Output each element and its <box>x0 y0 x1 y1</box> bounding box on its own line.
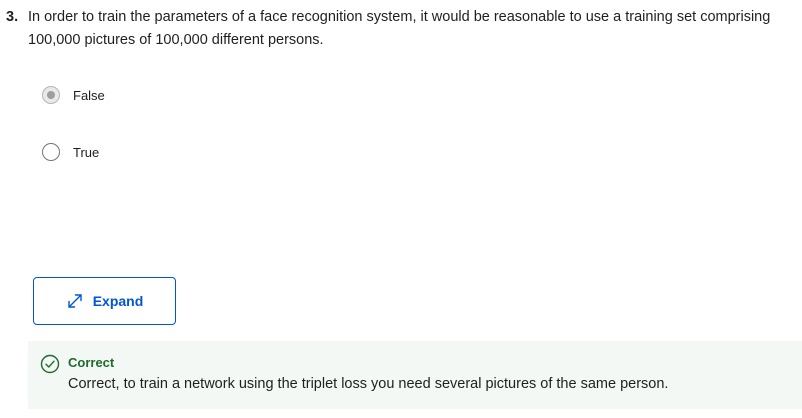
check-circle-icon <box>40 354 60 374</box>
expand-button[interactable]: Expand <box>33 277 176 325</box>
question-text: In order to train the parameters of a fa… <box>28 9 771 48</box>
option-true[interactable]: True <box>42 141 99 163</box>
expand-arrows-icon <box>66 292 84 310</box>
option-label-false: False <box>73 87 105 103</box>
feedback-explanation: Correct, to train a network using the tr… <box>68 376 669 392</box>
feedback-panel: Correct Correct, to train a network usin… <box>28 341 802 409</box>
feedback-status: Correct <box>68 355 115 370</box>
radio-true[interactable] <box>42 143 60 161</box>
option-false[interactable]: False <box>42 84 105 106</box>
option-label-true: True <box>73 144 100 160</box>
question-number: 3. <box>6 9 19 25</box>
expand-button-label: Expand <box>92 293 144 309</box>
radio-false-selected[interactable] <box>42 86 60 104</box>
